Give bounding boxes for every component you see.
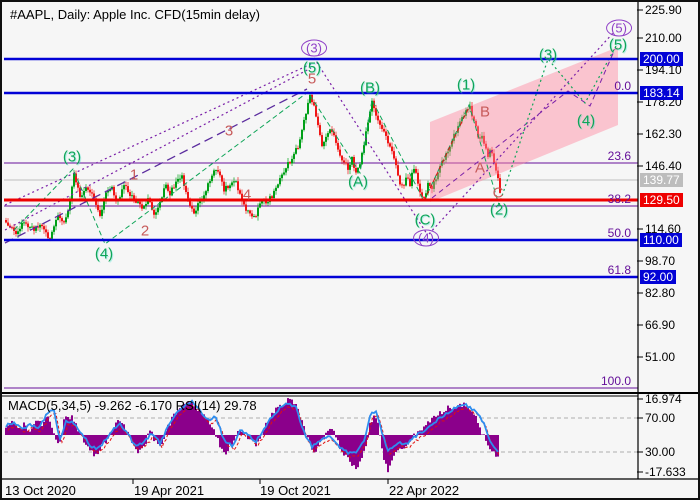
price-tick: 51.00 — [645, 350, 676, 364]
indicator-tick: 70.00 — [645, 411, 676, 425]
wave-label-B: (B) — [360, 79, 380, 97]
chart-window: #AAPL, Daily: Apple Inc. CFD(15min delay… — [0, 0, 700, 500]
wave-label-3: (3) — [62, 148, 82, 166]
wave-label-4: 4 — [242, 186, 252, 204]
wave-label-1: 1 — [129, 166, 139, 184]
price-badge: 92.00 — [640, 270, 677, 284]
wave-label-3: 3 — [224, 122, 234, 140]
price-badge: 110.00 — [640, 233, 682, 247]
wave-label-5: (5) — [606, 19, 632, 37]
wave-label-5: (5) — [608, 36, 628, 54]
fib-label: 38.2 — [607, 192, 631, 206]
wave-label-A: A — [474, 159, 486, 177]
price-tick: 82.80 — [645, 286, 676, 300]
wave-label-B: B — [479, 103, 491, 121]
indicator-label: MACD(5,34,5) -9.262 -6.170 RSI(14) 29.78 — [8, 398, 257, 413]
wave-label-4: (4) — [576, 112, 596, 130]
wave-label-4: (4) — [94, 245, 114, 263]
date-label: 13 Oct 2020 — [5, 483, 76, 498]
price-badge: 200.00 — [640, 52, 683, 66]
price-tick: 98.70 — [645, 254, 676, 268]
wave-label-5: 5 — [307, 70, 317, 88]
date-label: 19 Oct 2021 — [260, 483, 331, 498]
fib-label: 23.6 — [607, 149, 631, 163]
wave-label-A: (A) — [348, 173, 368, 191]
date-label: 22 Apr 2022 — [389, 483, 460, 498]
indicator-tick: 30.00 — [645, 445, 676, 459]
price-tick: 162.30 — [645, 127, 682, 141]
price-badge: 129.50 — [640, 193, 683, 207]
wave-label-C: C — [492, 184, 504, 202]
wave-label-4: (4) — [413, 229, 439, 247]
wave-label-1: (1) — [456, 76, 476, 94]
wave-label-3: (3) — [301, 39, 327, 57]
date-label: 19 Apr 2021 — [134, 483, 205, 498]
fib-label: 100.0 — [600, 374, 631, 388]
wave-label-3: (3) — [538, 46, 558, 64]
price-tick: 66.90 — [645, 318, 676, 332]
price-badge: 139.77 — [640, 173, 683, 187]
indicator-tick: 16.974 — [645, 392, 682, 406]
fib-label: 0.0 — [614, 79, 631, 93]
wave-label-2: (2) — [489, 201, 509, 219]
price-badge: 183.14 — [640, 86, 683, 100]
indicator-tick: -17.633 — [645, 465, 686, 479]
fib-label: 50.0 — [607, 226, 631, 240]
wave-label-C: (C) — [414, 211, 436, 229]
wave-label-2: 2 — [140, 222, 150, 240]
price-tick: 146.40 — [645, 159, 682, 173]
price-tick: 210.00 — [645, 31, 682, 45]
fib-label: 61.8 — [607, 263, 631, 277]
price-tick: 225.90 — [645, 3, 682, 17]
chart-title: #AAPL, Daily: Apple Inc. CFD(15min delay… — [10, 7, 260, 22]
